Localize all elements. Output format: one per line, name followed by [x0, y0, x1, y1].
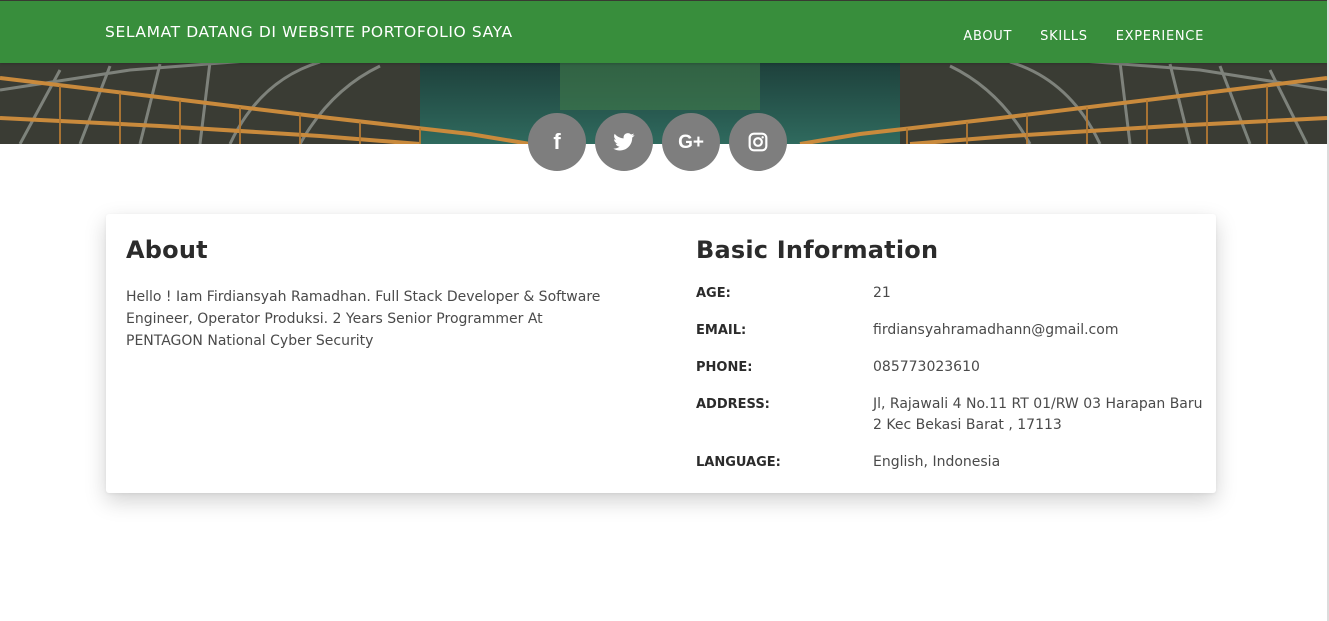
nav-link-experience[interactable]: EXPERIENCE — [1116, 29, 1204, 44]
info-row-address: ADDRESS: Jl, Rajawali 4 No.11 RT 01/RW 0… — [696, 394, 1206, 436]
info-row-language: LANGUAGE: English, Indonesia — [696, 452, 1206, 473]
info-list: AGE: 21 EMAIL: firdiansyahramadhann@gmai… — [696, 283, 1206, 473]
info-value: 21 — [873, 285, 891, 301]
info-label: PHONE: — [696, 360, 753, 375]
basic-information-title: Basic Information — [696, 236, 939, 264]
instagram-button[interactable] — [729, 113, 787, 171]
facebook-button[interactable]: f — [528, 113, 586, 171]
nav-item-skills: SKILLS — [1040, 25, 1088, 44]
nav-link-about[interactable]: ABOUT — [963, 29, 1012, 44]
nav-item-experience: EXPERIENCE — [1116, 25, 1204, 44]
info-row-age: AGE: 21 — [696, 283, 1206, 304]
nav-item-about: ABOUT — [963, 25, 1012, 44]
about-section: About Hello ! Iam Firdiansyah Ramadhan. … — [126, 236, 626, 352]
about-card: About Hello ! Iam Firdiansyah Ramadhan. … — [106, 214, 1216, 493]
info-label: EMAIL: — [696, 323, 747, 338]
social-links: f G+ — [528, 113, 787, 171]
facebook-icon: f — [553, 129, 561, 154]
info-label: ADDRESS: — [696, 397, 770, 412]
about-title: About — [126, 236, 208, 264]
google-plus-icon: G+ — [678, 131, 704, 153]
twitter-button[interactable] — [595, 113, 653, 171]
info-value: 085773023610 — [873, 359, 980, 375]
top-navbar: SELAMAT DATANG DI WEBSITE PORTOFOLIO SAY… — [0, 1, 1327, 63]
info-label: LANGUAGE: — [696, 455, 781, 470]
nav-menu: ABOUT SKILLS EXPERIENCE — [963, 25, 1204, 44]
about-description: Hello ! Iam Firdiansyah Ramadhan. Full S… — [126, 289, 601, 349]
twitter-icon — [613, 133, 635, 151]
info-label: AGE: — [696, 286, 731, 301]
instagram-icon — [748, 132, 768, 152]
info-row-email: EMAIL: firdiansyahramadhann@gmail.com — [696, 320, 1206, 341]
brand-title[interactable]: SELAMAT DATANG DI WEBSITE PORTOFOLIO SAY… — [105, 23, 513, 41]
info-value: English, Indonesia — [873, 454, 1001, 470]
info-row-phone: PHONE: 085773023610 — [696, 357, 1206, 378]
info-value: firdiansyahramadhann@gmail.com — [873, 322, 1119, 338]
nav-link-skills[interactable]: SKILLS — [1040, 29, 1088, 44]
google-plus-button[interactable]: G+ — [662, 113, 720, 171]
info-value: Jl, Rajawali 4 No.11 RT 01/RW 03 Harapan… — [873, 396, 1203, 433]
basic-information-section: Basic Information AGE: 21 EMAIL: firdian… — [696, 236, 1206, 489]
